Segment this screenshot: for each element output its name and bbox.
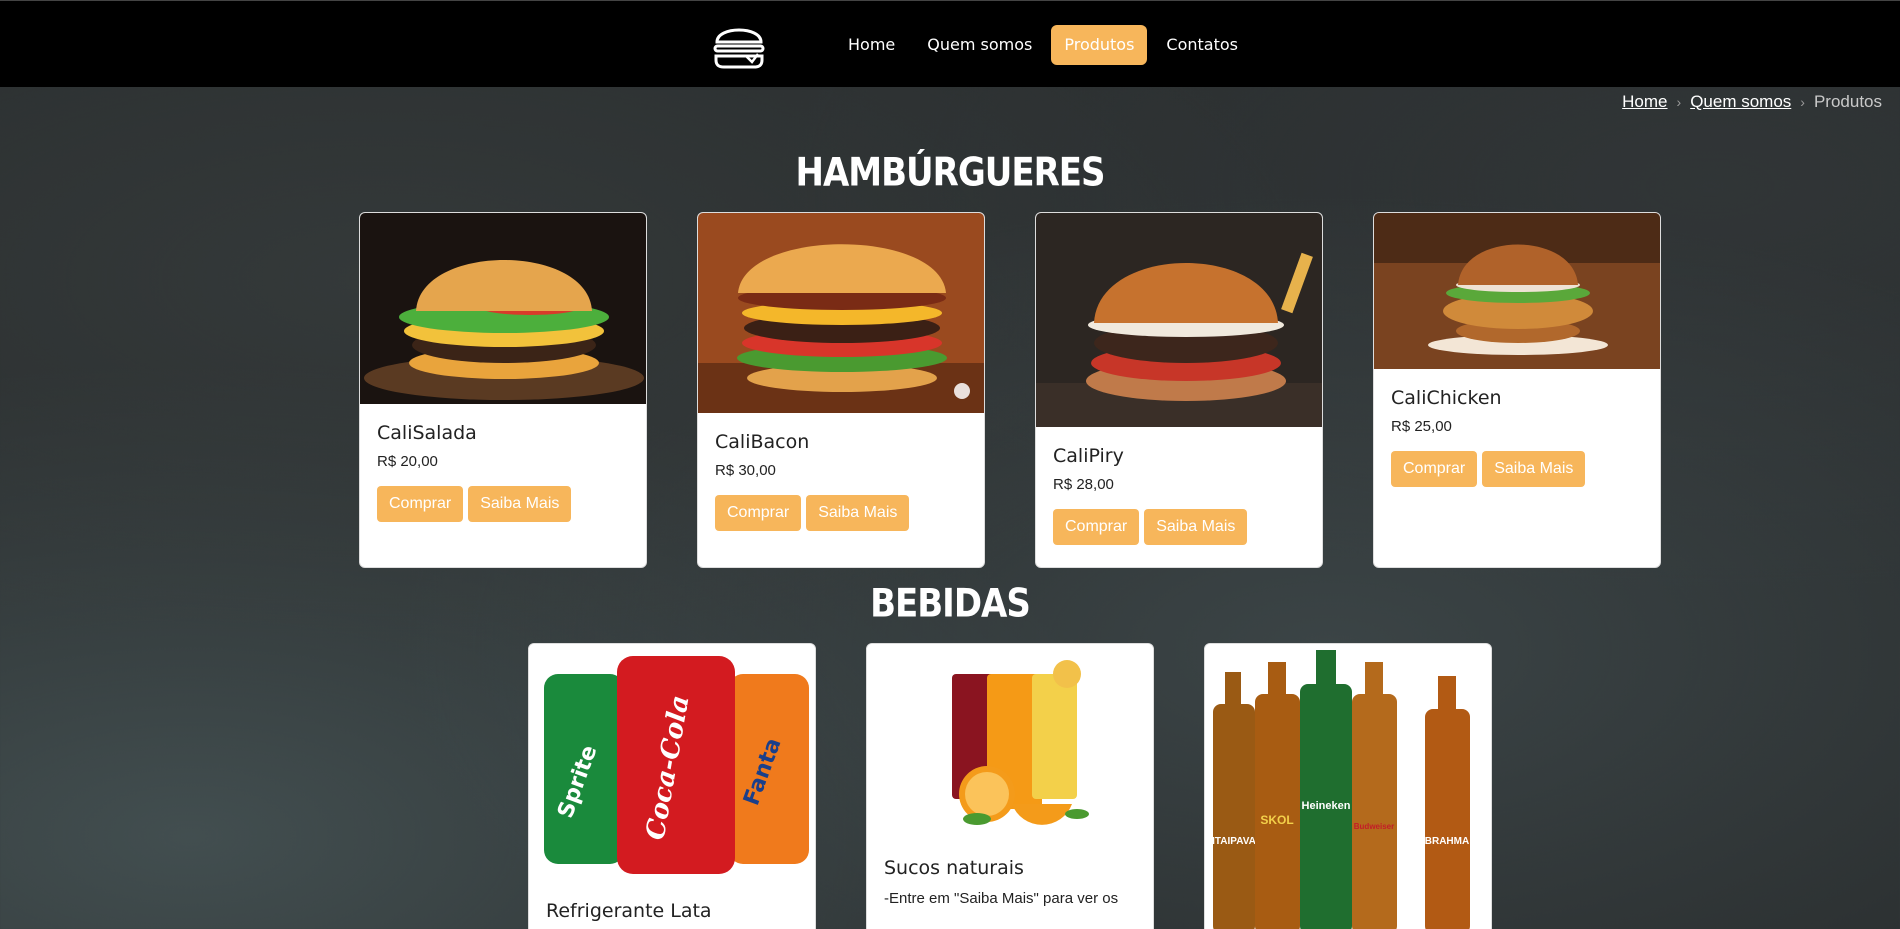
buy-button[interactable]: Comprar xyxy=(715,495,802,531)
product-price: R$ 25,00 xyxy=(1391,418,1452,435)
breadcrumb-home[interactable]: Home xyxy=(1622,92,1667,112)
product-name: Refrigerante Lata xyxy=(546,900,712,922)
more-info-button[interactable]: Saiba Mais xyxy=(1144,509,1248,545)
more-info-button[interactable]: Saiba Mais xyxy=(1482,451,1586,487)
product-description: -Entre em "Saiba Mais" para ver os xyxy=(884,890,1119,907)
nav-menu: Home Quem somos Produtos Contatos xyxy=(835,25,1251,65)
product-name: Sucos naturais xyxy=(884,857,1024,879)
breadcrumb: Home › Quem somos › Produtos xyxy=(1622,92,1882,112)
itaipava-bottle-label: ITAIPAVA xyxy=(1212,836,1256,847)
product-card-calibacon: CaliBacon R$ 30,00 Comprar Saiba Mais xyxy=(697,212,985,568)
buy-button[interactable]: Comprar xyxy=(1391,451,1478,487)
budweiser-bottle-label: Budweiser xyxy=(1354,822,1394,831)
buy-button[interactable]: Comprar xyxy=(1053,509,1140,545)
buy-button[interactable]: Comprar xyxy=(377,486,464,522)
top-navbar: Home Quem somos Produtos Contatos xyxy=(0,0,1900,87)
more-info-button[interactable]: Saiba Mais xyxy=(468,486,572,522)
product-card-calichicken: CaliChicken R$ 25,00 Comprar Saiba Mais xyxy=(1373,212,1661,568)
calipiry-image xyxy=(1036,213,1322,427)
product-price: R$ 28,00 xyxy=(1053,476,1114,493)
breadcrumb-separator-icon: › xyxy=(1676,94,1682,110)
drinks-section-title: BEBIDAS xyxy=(870,581,1031,627)
skol-bottle-label: SKOL xyxy=(1260,813,1293,827)
product-card-refrigerante-lata: Sprite Fanta Coca-Cola Refrigerante Lata xyxy=(528,643,816,929)
burgers-section-title: HAMBÚRGUERES xyxy=(795,150,1106,196)
brahma-bottle-label: BRAHMA xyxy=(1425,836,1469,847)
burger-logo-icon[interactable] xyxy=(712,20,766,70)
product-name: CaliBacon xyxy=(715,431,810,453)
refrigerante-image: Sprite Fanta Coca-Cola xyxy=(529,644,815,882)
heineken-bottle-label: Heineken xyxy=(1302,800,1351,812)
product-name: CaliPiry xyxy=(1053,445,1124,467)
more-info-button[interactable]: Saiba Mais xyxy=(806,495,910,531)
nav-home[interactable]: Home xyxy=(835,25,908,65)
product-card-calisalada: CaliSalada R$ 20,00 Comprar Saiba Mais xyxy=(359,212,647,568)
nav-quem-somos[interactable]: Quem somos xyxy=(914,25,1045,65)
calichicken-image xyxy=(1374,213,1660,369)
nav-produtos[interactable]: Produtos xyxy=(1051,25,1148,65)
breadcrumb-quem-somos[interactable]: Quem somos xyxy=(1690,92,1791,112)
breadcrumb-current: Produtos xyxy=(1813,92,1882,111)
product-card-cervejas: ITAIPAVA SKOL Heineken Budweiser BRAHMA xyxy=(1204,643,1492,929)
calisalada-image xyxy=(360,213,646,404)
product-price: R$ 30,00 xyxy=(715,462,776,479)
breadcrumb-separator-icon: › xyxy=(1800,94,1805,110)
product-name: CaliSalada xyxy=(377,422,477,444)
product-card-calipiry: CaliPiry R$ 28,00 Comprar Saiba Mais xyxy=(1035,212,1323,568)
calibacon-image xyxy=(698,213,984,413)
sucos-image xyxy=(867,644,1153,839)
nav-contatos[interactable]: Contatos xyxy=(1153,25,1251,65)
product-price: R$ 20,00 xyxy=(377,453,438,470)
product-card-sucos-naturais: Sucos naturais -Entre em "Saiba Mais" pa… xyxy=(866,643,1154,929)
cervejas-image: ITAIPAVA SKOL Heineken Budweiser BRAHMA xyxy=(1205,644,1491,929)
product-name: CaliChicken xyxy=(1391,387,1502,409)
